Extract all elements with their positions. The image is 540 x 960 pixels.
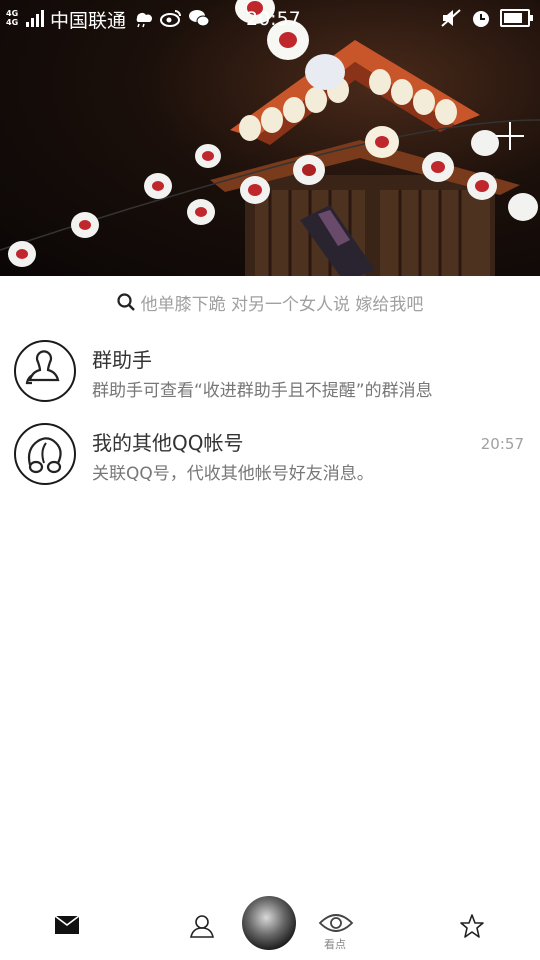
search-icon: [116, 293, 135, 311]
eye-icon: [318, 914, 354, 932]
weather-icon: [132, 8, 154, 28]
weibo-icon: [160, 8, 182, 28]
list-item-group-assistant[interactable]: 群助手 群助手可查看“收进群助手且不提醒”的群消息: [0, 330, 540, 412]
status-time: 20:57: [246, 8, 301, 30]
message-icon: [55, 916, 79, 934]
profile-avatar[interactable]: [242, 896, 296, 950]
list-item-subtitle: 关联QQ号，代收其他帐号好友消息。: [92, 464, 374, 484]
mute-icon: [440, 8, 462, 28]
contacts-icon: [190, 915, 214, 938]
signal-icon: [26, 10, 44, 27]
battery-icon: [500, 9, 533, 27]
group-assistant-icon: [25, 350, 60, 385]
star-icon: [460, 914, 484, 938]
list-item-subtitle: 群助手可查看“收进群助手且不提醒”的群消息: [92, 381, 433, 401]
network-type: 4G 4G: [6, 9, 19, 27]
list-item-time: 20:57: [480, 435, 524, 453]
add-button[interactable]: [496, 122, 524, 150]
list-item-title: 群助手: [92, 348, 152, 372]
status-bar: 4G 4G 中国联通 20:57: [0, 0, 540, 36]
search-bar[interactable]: 他单膝下跪 对另一个女人说 嫁给我吧: [0, 276, 540, 328]
other-accounts-avatar: [14, 423, 76, 485]
bottom-navigation: 看点: [0, 890, 540, 960]
nav-kandian[interactable]: 看点: [318, 910, 354, 951]
group-assistant-avatar: [14, 340, 76, 402]
carrier-name: 中国联通: [50, 10, 127, 32]
list-item-title: 我的其他QQ帐号: [92, 431, 244, 455]
nav-kandian-label: 看点: [324, 938, 346, 951]
wechat-icon: [188, 8, 210, 28]
nav-message[interactable]: [55, 916, 79, 934]
festival-lantern-image: [0, 0, 540, 276]
header-banner: 4G 4G 中国联通 20:57: [0, 0, 540, 276]
alarm-icon: [470, 8, 492, 28]
nav-favorites[interactable]: [460, 914, 484, 938]
nav-contacts[interactable]: [190, 914, 214, 938]
search-placeholder: 他单膝下跪 对另一个女人说 嫁给我吧: [140, 294, 424, 315]
list-item-other-accounts[interactable]: 我的其他QQ帐号 关联QQ号，代收其他帐号好友消息。 20:57: [0, 413, 540, 495]
other-accounts-icon: [27, 437, 62, 474]
